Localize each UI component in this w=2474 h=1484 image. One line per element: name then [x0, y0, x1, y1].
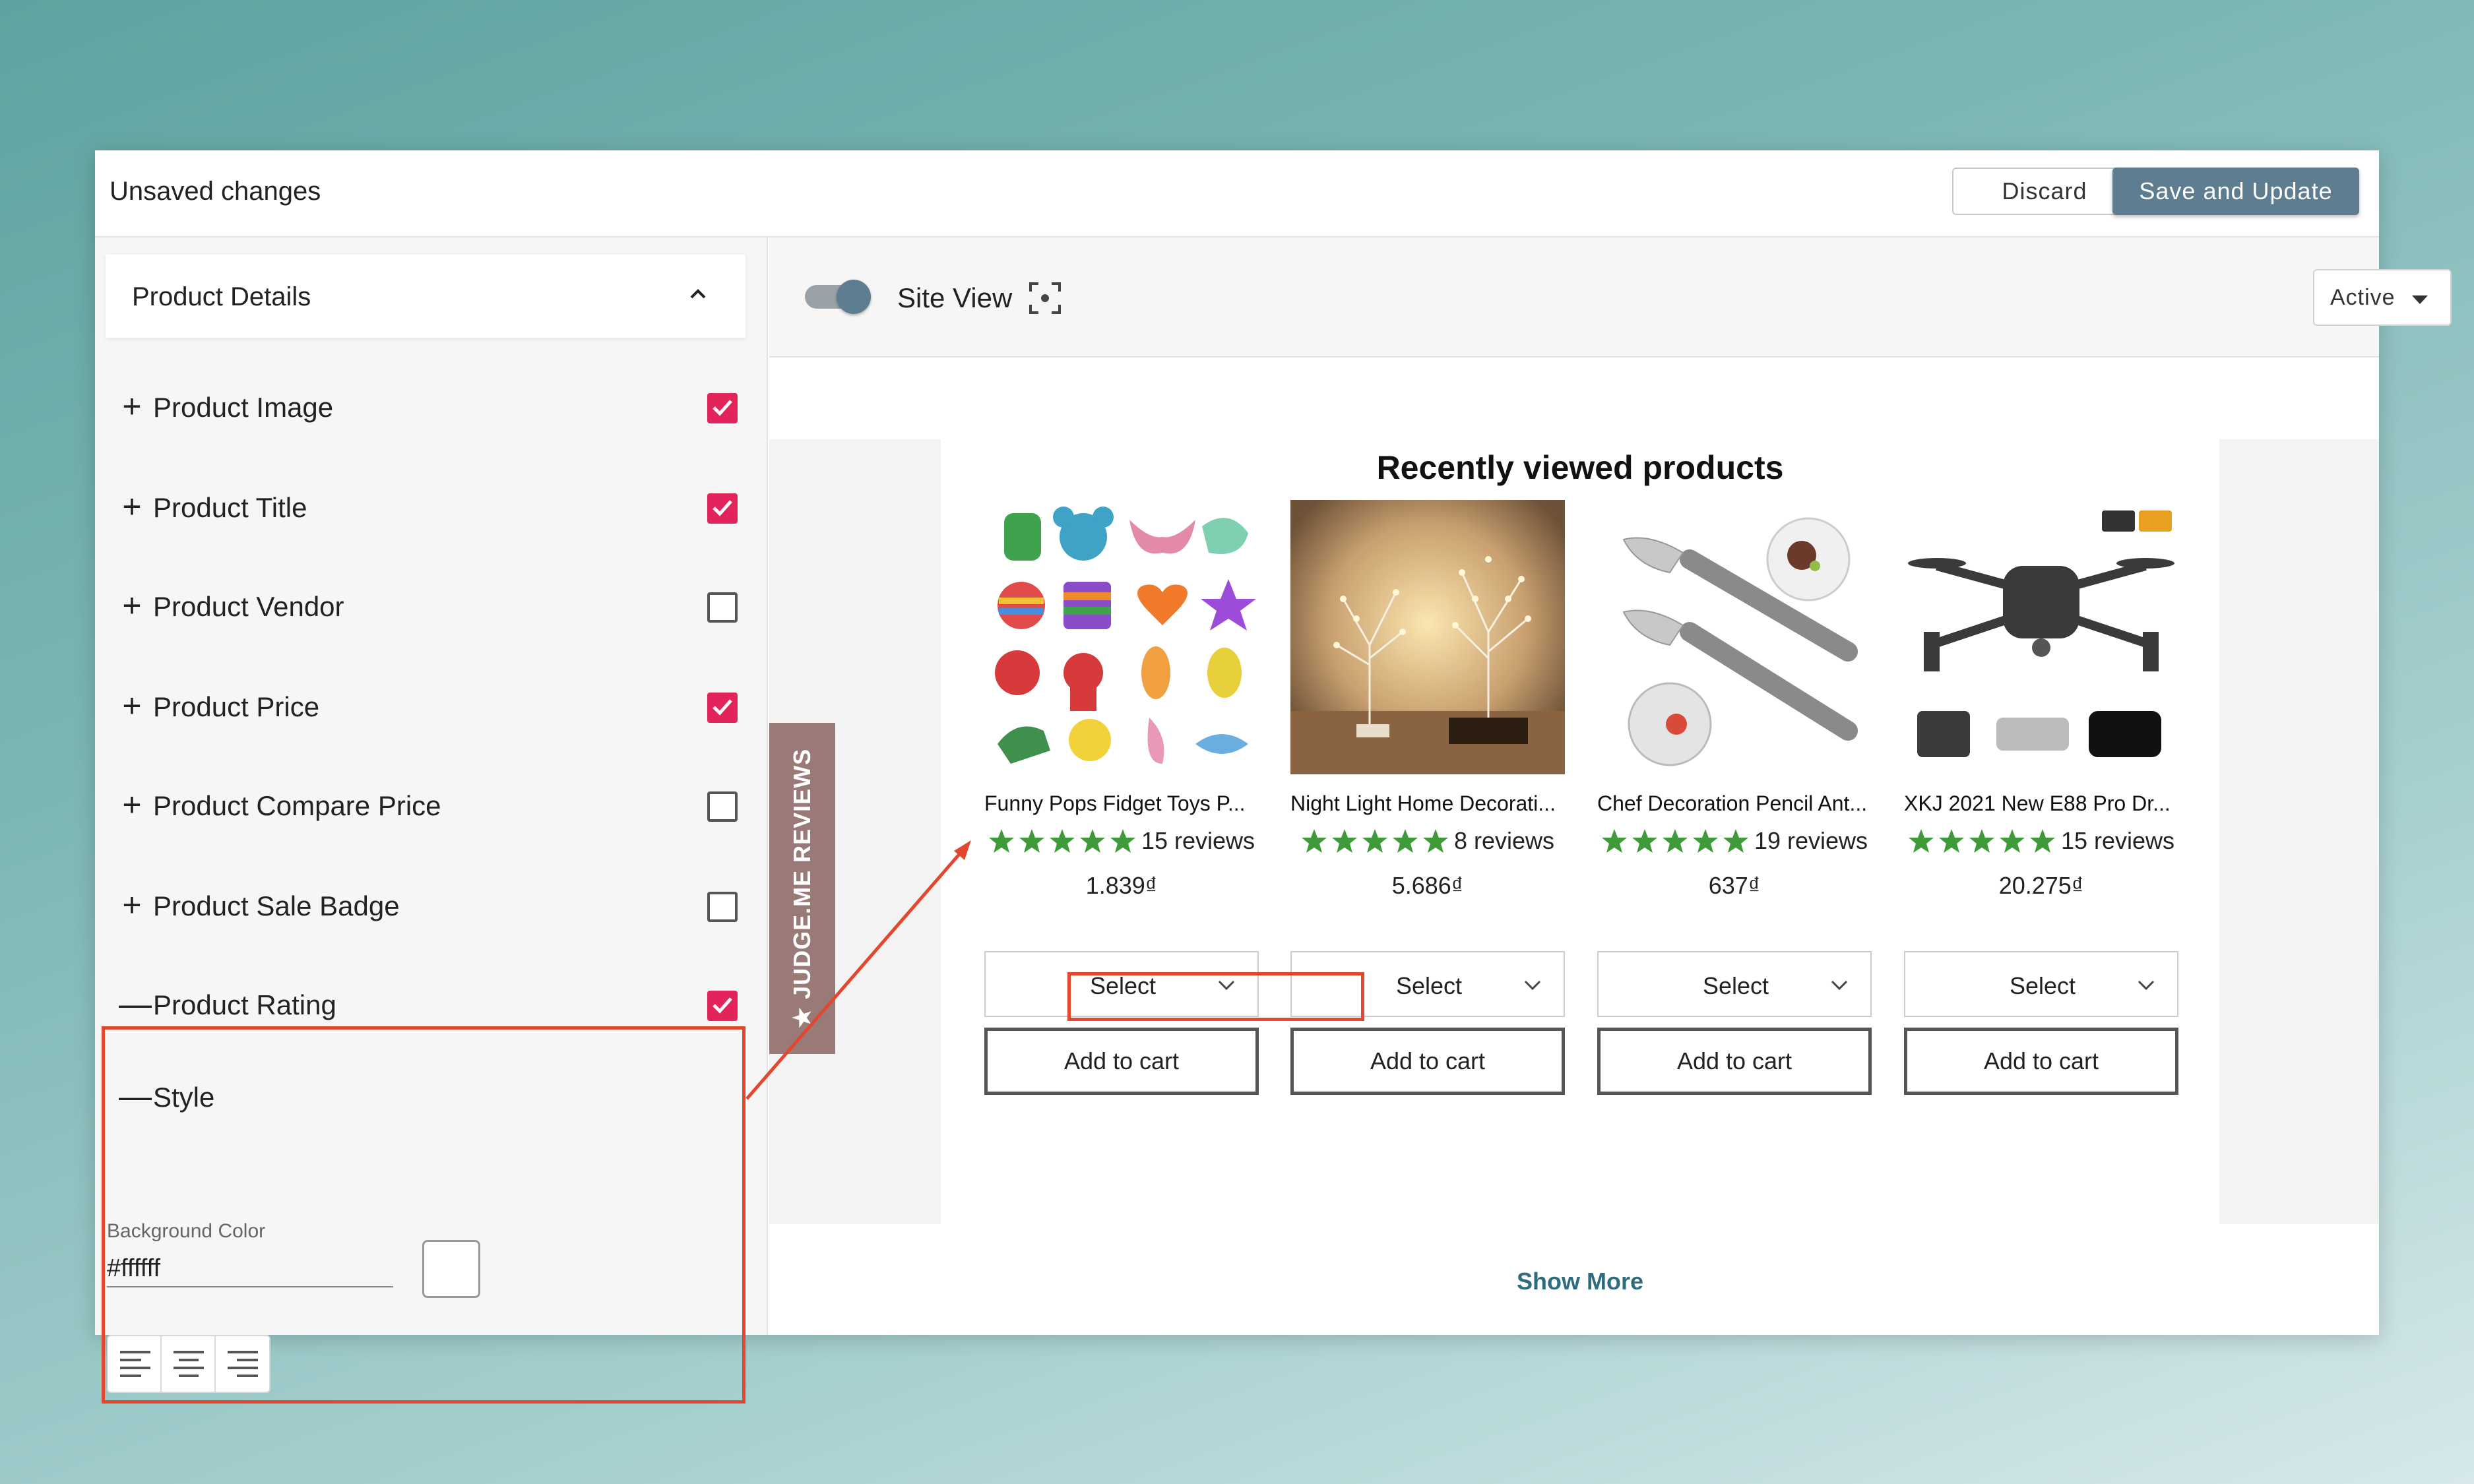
option-label: Product Title — [153, 492, 307, 523]
checkbox-checked[interactable] — [707, 693, 738, 723]
review-count: 15 reviews — [2060, 827, 2175, 854]
preview-toolbar: Site View Active — [769, 237, 2452, 357]
option-product-title[interactable]: + Product Title — [119, 480, 739, 533]
site-view-label: Site View — [897, 282, 1013, 313]
five-stars-icon — [988, 829, 1135, 853]
checkbox-unchecked[interactable] — [707, 791, 738, 822]
chevron-down-icon — [2138, 980, 2155, 991]
toggle-knob — [837, 280, 871, 314]
five-stars-icon — [1601, 829, 1748, 853]
option-label: Product Compare Price — [153, 790, 441, 821]
add-to-cart-button[interactable]: Add to cart — [1290, 1028, 1565, 1095]
discard-button[interactable]: Discard — [1952, 168, 2137, 215]
product-rating: 8 reviews — [1290, 827, 1565, 860]
option-product-rating[interactable]: — Product Rating — [119, 977, 739, 1030]
preview-gutter-right — [2219, 439, 2379, 1224]
option-product-sale-badge[interactable]: + Product Sale Badge — [119, 879, 739, 931]
product-image-decoration-pencil[interactable] — [1597, 500, 1872, 774]
site-view-toggle[interactable] — [805, 280, 871, 314]
status-value: Active — [2330, 285, 2395, 310]
add-to-cart-button[interactable]: Add to cart — [1904, 1028, 2178, 1095]
option-label: Product Sale Badge — [153, 890, 400, 921]
product-name[interactable]: Funny Pops Fidget Toys P... — [984, 791, 1259, 816]
variant-select[interactable]: Select — [1597, 951, 1872, 1017]
product-image-fidget-toys[interactable] — [984, 500, 1259, 774]
checkbox-unchecked[interactable] — [707, 592, 738, 623]
option-label: Product Price — [153, 691, 320, 722]
chevron-down-icon — [1524, 980, 1541, 991]
judge-me-reviews-tab[interactable]: ★ JUDGE.ME REVIEWS — [769, 723, 835, 1054]
plus-icon: + — [122, 388, 142, 425]
review-count: 19 reviews — [1754, 827, 1868, 854]
unsaved-changes-title: Unsaved changes — [110, 177, 321, 206]
product-price: 20.275₫ — [1998, 872, 2084, 899]
product-price: 5.686₫ — [1391, 872, 1464, 899]
minus-icon: — — [119, 985, 152, 1022]
focus-screen-icon[interactable] — [1028, 281, 1062, 315]
plus-icon: + — [122, 786, 142, 823]
product-name[interactable]: Chef Decoration Pencil Ant... — [1597, 791, 1872, 816]
plus-icon: + — [122, 687, 142, 724]
chevron-up-icon — [690, 289, 706, 299]
product-rating: 15 reviews — [984, 827, 1259, 860]
recently-viewed-title: Recently viewed products — [1376, 449, 1784, 486]
checkbox-checked[interactable] — [707, 393, 738, 423]
option-product-compare-price[interactable]: + Product Compare Price — [119, 778, 739, 831]
variant-select[interactable]: Select — [1904, 951, 2178, 1017]
option-product-image[interactable]: + Product Image — [119, 380, 739, 433]
plus-icon: + — [122, 886, 142, 923]
product-name[interactable]: Night Light Home Decorati... — [1290, 791, 1565, 816]
five-stars-icon — [1301, 829, 1448, 853]
product-name[interactable]: XKJ 2021 New E88 Pro Dr... — [1904, 791, 2178, 816]
product-rating: 15 reviews — [1904, 827, 2178, 860]
chevron-down-icon — [1831, 980, 1848, 991]
save-and-update-button[interactable]: Save and Update — [2112, 168, 2359, 215]
product-details-header[interactable]: Product Details — [106, 255, 745, 338]
option-label: Product Image — [153, 392, 334, 423]
product-details-title: Product Details — [132, 282, 311, 311]
review-count: 8 reviews — [1453, 827, 1555, 854]
rating-preview-highlight — [1067, 972, 1364, 1021]
top-bar: Unsaved changes Discard Save and Update — [95, 150, 2379, 237]
product-price: 637₫ — [1708, 872, 1761, 899]
checkbox-checked[interactable] — [707, 991, 738, 1021]
option-label: Product Rating — [153, 989, 336, 1020]
checkbox-unchecked[interactable] — [707, 892, 738, 922]
editor-window: Unsaved changes Discard Save and Update … — [95, 150, 2452, 1404]
plus-icon: + — [122, 587, 142, 624]
product-image-drone[interactable] — [1904, 500, 2178, 774]
product-image-night-light[interactable] — [1290, 500, 1565, 774]
plus-icon: + — [122, 488, 142, 525]
option-product-price[interactable]: + Product Price — [119, 679, 739, 732]
five-stars-icon — [1908, 829, 2055, 853]
show-more-link[interactable]: Show More — [941, 1268, 2219, 1295]
add-to-cart-button[interactable]: Add to cart — [984, 1028, 1259, 1095]
settings-sidebar: Product Details + Product Image + Produc… — [95, 237, 768, 1404]
review-count: 15 reviews — [1141, 827, 1255, 854]
rating-settings-highlight — [102, 1026, 745, 1404]
product-rating: 19 reviews — [1597, 827, 1872, 860]
option-label: Product Vendor — [153, 591, 344, 622]
add-to-cart-button[interactable]: Add to cart — [1597, 1028, 1872, 1095]
judge-me-reviews-label: ★ JUDGE.ME REVIEWS — [788, 748, 815, 1029]
status-dropdown[interactable]: Active — [2313, 269, 2452, 326]
checkbox-checked[interactable] — [707, 493, 738, 524]
caret-down-icon — [2412, 295, 2428, 304]
option-product-vendor[interactable]: + Product Vendor — [119, 579, 739, 632]
product-price: 1.839₫ — [1085, 872, 1158, 899]
